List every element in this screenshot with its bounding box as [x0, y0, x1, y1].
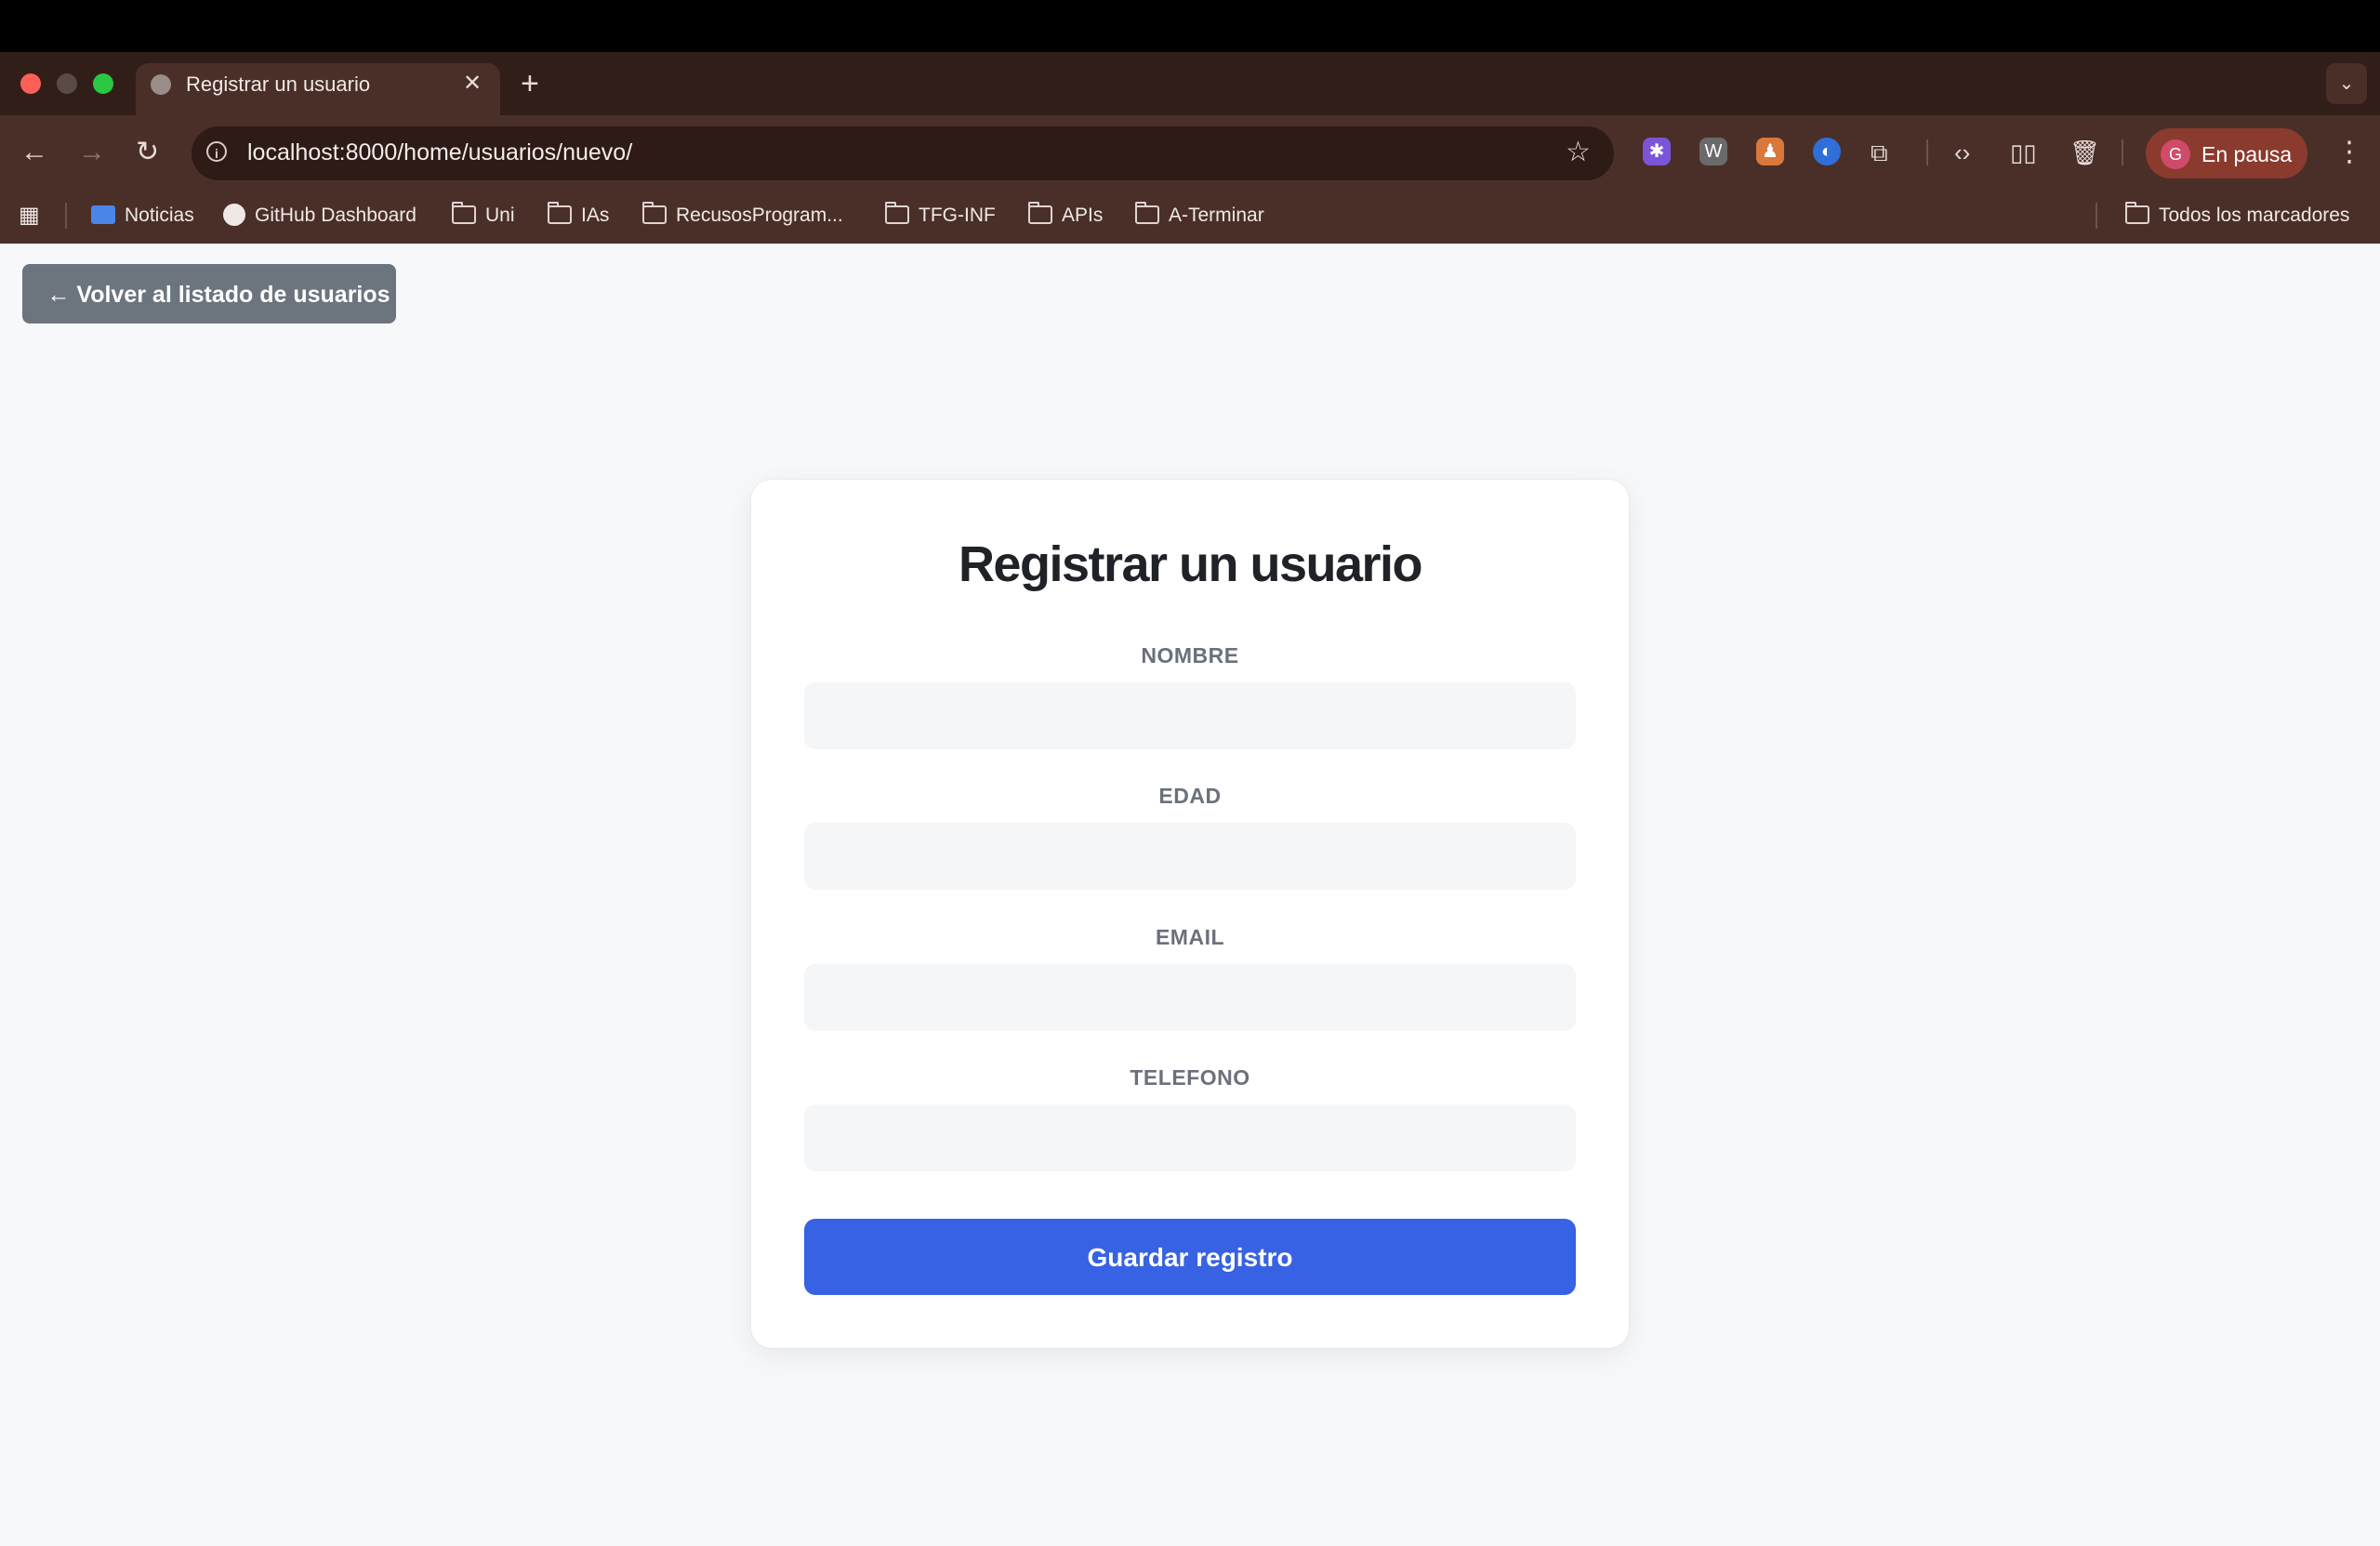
- extension-circle-icon[interactable]: ◐: [1813, 138, 1841, 165]
- avatar: G: [2161, 139, 2190, 169]
- bookmark-label: APIs: [1062, 205, 1104, 226]
- maximize-window-button[interactable]: [93, 73, 113, 94]
- devtools-code-icon[interactable]: ‹›: [1954, 136, 1970, 169]
- profile-status: En pausa: [2202, 142, 2293, 166]
- toolbar-separator: [2122, 139, 2123, 165]
- reading-mode-icon[interactable]: ▯▯: [2010, 136, 2037, 169]
- minimize-window-button[interactable]: [57, 73, 77, 94]
- bookmark-separator: [65, 203, 67, 229]
- bookmark-separator: [2096, 203, 2097, 229]
- close-window-button[interactable]: [20, 73, 41, 94]
- folder-icon: [1028, 202, 1052, 224]
- browser-menu-icon[interactable]: ⋮: [2335, 134, 2363, 171]
- edad-field[interactable]: [804, 823, 1576, 890]
- system-menubar: [0, 0, 2380, 52]
- bookmark-item[interactable]: Noticias: [91, 203, 194, 229]
- email-label: EMAIL: [1155, 925, 1225, 949]
- url-text[interactable]: localhost:8000/home/usuarios/nuevo/: [247, 139, 632, 166]
- bookmark-folder[interactable]: IAs: [548, 202, 610, 229]
- bookmark-item[interactable]: GitHub Dashboard: [223, 203, 416, 229]
- page-title: Registrar un usuario: [958, 536, 1423, 592]
- bookmark-label: Todos los marcadores: [2159, 205, 2350, 226]
- google-news-icon: [91, 205, 115, 224]
- email-field[interactable]: [804, 964, 1576, 1031]
- globe-icon: [151, 74, 171, 95]
- bookmark-star-icon[interactable]: ☆: [1566, 134, 1591, 171]
- bookmark-label: RecusosProgram...: [676, 205, 843, 226]
- telefono-field[interactable]: [804, 1104, 1576, 1171]
- back-to-list-button[interactable]: ← Volver al listado de usuarios: [22, 264, 396, 324]
- bookmark-label: Noticias: [125, 205, 194, 226]
- edad-label: EDAD: [1158, 784, 1222, 808]
- toolbar-separator: [1926, 139, 1928, 165]
- extensions-puzzle-icon[interactable]: ⧉: [1871, 136, 1888, 169]
- tab-close-icon[interactable]: ✕: [463, 69, 482, 99]
- bookmark-folder[interactable]: TFG-INF: [885, 202, 996, 229]
- folder-icon: [642, 202, 667, 224]
- save-record-button[interactable]: Guardar registro: [804, 1219, 1576, 1295]
- folder-icon: [548, 202, 572, 224]
- bookmark-folder[interactable]: RecusosProgram...: [642, 202, 843, 229]
- nombre-label: NOMBRE: [1141, 643, 1239, 667]
- folder-icon: [452, 202, 476, 224]
- bookmark-label: Uni: [485, 205, 515, 226]
- form-card: [751, 480, 1629, 1348]
- bookmark-folder[interactable]: APIs: [1028, 202, 1104, 229]
- nombre-field[interactable]: [804, 682, 1576, 749]
- github-icon: [223, 204, 245, 226]
- folder-icon: [1135, 202, 1159, 224]
- folder-icon: [2125, 202, 2149, 224]
- bookmark-label: A-Terminar: [1169, 205, 1264, 226]
- tab-search-button[interactable]: ⌄: [2326, 63, 2367, 104]
- reload-icon[interactable]: ↻: [136, 134, 159, 171]
- bookmark-folder[interactable]: A-Terminar: [1135, 202, 1264, 229]
- extension-avatar-icon[interactable]: ♟: [1756, 138, 1784, 165]
- telefono-label: TELEFONO: [1130, 1065, 1250, 1090]
- new-tab-button[interactable]: +: [521, 65, 539, 102]
- trash-icon[interactable]: 🗑: [2069, 136, 2100, 169]
- extension-gear-icon[interactable]: ✱: [1643, 138, 1671, 165]
- back-arrow-icon[interactable]: ←: [20, 134, 48, 171]
- folder-icon: [885, 202, 909, 224]
- all-bookmarks-folder[interactable]: Todos los marcadores: [2125, 202, 2350, 229]
- bookmark-label: TFG-INF: [919, 205, 996, 226]
- tab-title: Registrar un usuario: [186, 73, 371, 96]
- site-info-icon[interactable]: i: [206, 141, 227, 162]
- bookmark-label: IAs: [581, 205, 610, 226]
- bookmark-label: GitHub Dashboard: [255, 205, 416, 226]
- bookmark-folder[interactable]: Uni: [452, 202, 515, 229]
- extension-w-icon[interactable]: W: [1699, 138, 1727, 165]
- apps-grid-icon[interactable]: ▦: [19, 203, 40, 229]
- forward-arrow-icon[interactable]: →: [78, 134, 106, 171]
